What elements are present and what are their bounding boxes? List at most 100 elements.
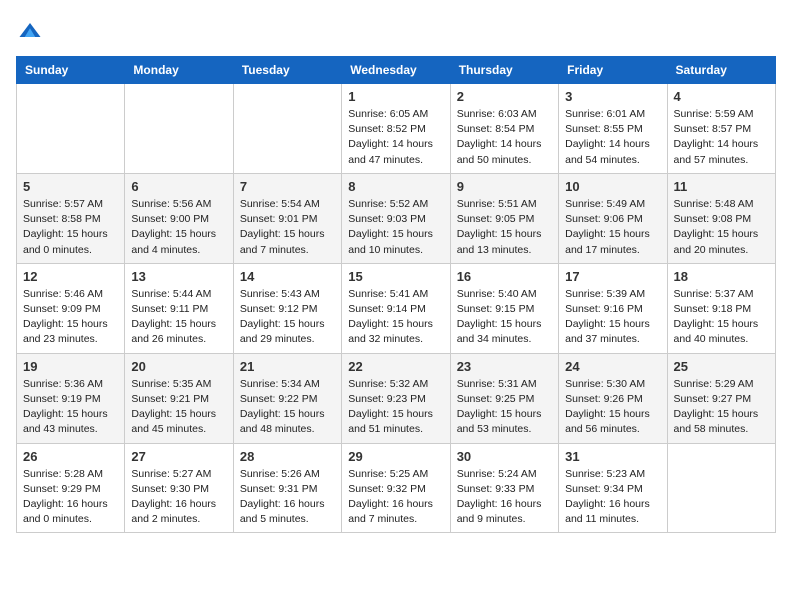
day-info: Sunrise: 5:51 AMSunset: 9:05 PMDaylight:…	[457, 197, 552, 258]
day-number: 15	[348, 269, 443, 284]
day-number: 21	[240, 359, 335, 374]
calendar-cell: 26Sunrise: 5:28 AMSunset: 9:29 PMDayligh…	[17, 443, 125, 533]
calendar-cell: 28 Sunrise: 5:26 AMSunset: 9:31 PMDayligh…	[233, 443, 341, 533]
day-number: 25	[674, 359, 769, 374]
calendar-cell: 29 Sunrise: 5:25 AMSunset: 9:32 PMDayligh…	[342, 443, 450, 533]
weekday-header: Saturday	[667, 57, 775, 84]
calendar-cell: 20Sunrise: 5:35 AMSunset: 9:21 PMDayligh…	[125, 353, 233, 443]
day-number: 16	[457, 269, 552, 284]
calendar-cell	[125, 84, 233, 174]
calendar-cell: 15Sunrise: 5:41 AMSunset: 9:14 PMDayligh…	[342, 263, 450, 353]
day-number: 18	[674, 269, 769, 284]
calendar-cell: 24 Sunrise: 5:30 AMSunset: 9:26 PMDayligh…	[559, 353, 667, 443]
calendar-week-row: 26Sunrise: 5:28 AMSunset: 9:29 PMDayligh…	[17, 443, 776, 533]
day-info: Sunrise: 5:25 AMSunset: 9:32 PMDaylight:…	[348, 467, 443, 528]
day-info: Sunrise: 5:39 AMSunset: 9:16 PMDaylight:…	[565, 287, 660, 348]
calendar-cell: 31 Sunrise: 5:23 AMSunset: 9:34 PMDayligh…	[559, 443, 667, 533]
day-number: 19	[23, 359, 118, 374]
calendar-cell: 16 Sunrise: 5:40 AMSunset: 9:15 PMDayligh…	[450, 263, 558, 353]
day-number: 17	[565, 269, 660, 284]
calendar-week-row: 1 Sunrise: 6:05 AMSunset: 8:52 PMDaylight…	[17, 84, 776, 174]
day-info: Sunrise: 5:46 AMSunset: 9:09 PMDaylight:…	[23, 287, 118, 348]
calendar-header: SundayMondayTuesdayWednesdayThursdayFrid…	[17, 57, 776, 84]
calendar-cell	[667, 443, 775, 533]
calendar-week-row: 5 Sunrise: 5:57 AMSunset: 8:58 PMDaylight…	[17, 173, 776, 263]
calendar-cell: 17 Sunrise: 5:39 AMSunset: 9:16 PMDayligh…	[559, 263, 667, 353]
day-info: Sunrise: 5:26 AMSunset: 9:31 PMDaylight:…	[240, 467, 335, 528]
calendar-cell: 13 Sunrise: 5:44 AMSunset: 9:11 PMDayligh…	[125, 263, 233, 353]
day-number: 23	[457, 359, 552, 374]
weekday-header: Thursday	[450, 57, 558, 84]
calendar-cell: 30 Sunrise: 5:24 AMSunset: 9:33 PMDayligh…	[450, 443, 558, 533]
calendar-cell: 27 Sunrise: 5:27 AMSunset: 9:30 PMDayligh…	[125, 443, 233, 533]
day-number: 7	[240, 179, 335, 194]
calendar-cell: 19 Sunrise: 5:36 AMSunset: 9:19 PMDayligh…	[17, 353, 125, 443]
day-info: Sunrise: 5:24 AMSunset: 9:33 PMDaylight:…	[457, 467, 552, 528]
day-number: 5	[23, 179, 118, 194]
weekday-header: Monday	[125, 57, 233, 84]
day-number: 3	[565, 89, 660, 104]
day-info: Sunrise: 5:40 AMSunset: 9:15 PMDaylight:…	[457, 287, 552, 348]
day-info: Sunrise: 5:57 AMSunset: 8:58 PMDaylight:…	[23, 197, 118, 258]
day-number: 29	[348, 449, 443, 464]
day-info: Sunrise: 5:23 AMSunset: 9:34 PMDaylight:…	[565, 467, 660, 528]
calendar-week-row: 12 Sunrise: 5:46 AMSunset: 9:09 PMDayligh…	[17, 263, 776, 353]
day-number: 26	[23, 449, 118, 464]
day-number: 13	[131, 269, 226, 284]
calendar-cell: 18 Sunrise: 5:37 AMSunset: 9:18 PMDayligh…	[667, 263, 775, 353]
day-number: 12	[23, 269, 118, 284]
calendar-cell: 4Sunrise: 5:59 AMSunset: 8:57 PMDaylight…	[667, 84, 775, 174]
calendar-cell: 7 Sunrise: 5:54 AMSunset: 9:01 PMDaylight…	[233, 173, 341, 263]
day-info: Sunrise: 5:43 AMSunset: 9:12 PMDaylight:…	[240, 287, 335, 348]
weekday-header: Wednesday	[342, 57, 450, 84]
day-number: 24	[565, 359, 660, 374]
day-info: Sunrise: 5:27 AMSunset: 9:30 PMDaylight:…	[131, 467, 226, 528]
day-info: Sunrise: 6:05 AMSunset: 8:52 PMDaylight:…	[348, 107, 443, 168]
day-info: Sunrise: 5:48 AMSunset: 9:08 PMDaylight:…	[674, 197, 769, 258]
day-info: Sunrise: 5:31 AMSunset: 9:25 PMDaylight:…	[457, 377, 552, 438]
day-number: 30	[457, 449, 552, 464]
weekday-row: SundayMondayTuesdayWednesdayThursdayFrid…	[17, 57, 776, 84]
calendar-cell: 14 Sunrise: 5:43 AMSunset: 9:12 PMDayligh…	[233, 263, 341, 353]
day-info: Sunrise: 5:54 AMSunset: 9:01 PMDaylight:…	[240, 197, 335, 258]
logo	[16, 16, 48, 44]
calendar-cell: 25 Sunrise: 5:29 AMSunset: 9:27 PMDayligh…	[667, 353, 775, 443]
weekday-header: Tuesday	[233, 57, 341, 84]
day-info: Sunrise: 5:52 AMSunset: 9:03 PMDaylight:…	[348, 197, 443, 258]
page-header	[16, 16, 776, 44]
day-info: Sunrise: 5:30 AMSunset: 9:26 PMDaylight:…	[565, 377, 660, 438]
calendar-week-row: 19 Sunrise: 5:36 AMSunset: 9:19 PMDayligh…	[17, 353, 776, 443]
calendar-cell: 11Sunrise: 5:48 AMSunset: 9:08 PMDayligh…	[667, 173, 775, 263]
day-number: 2	[457, 89, 552, 104]
day-info: Sunrise: 5:36 AMSunset: 9:19 PMDaylight:…	[23, 377, 118, 438]
day-number: 8	[348, 179, 443, 194]
calendar-cell: 9Sunrise: 5:51 AMSunset: 9:05 PMDaylight…	[450, 173, 558, 263]
calendar-cell: 8 Sunrise: 5:52 AMSunset: 9:03 PMDaylight…	[342, 173, 450, 263]
day-info: Sunrise: 5:44 AMSunset: 9:11 PMDaylight:…	[131, 287, 226, 348]
day-info: Sunrise: 6:01 AMSunset: 8:55 PMDaylight:…	[565, 107, 660, 168]
day-info: Sunrise: 5:29 AMSunset: 9:27 PMDaylight:…	[674, 377, 769, 438]
calendar-cell: 23 Sunrise: 5:31 AMSunset: 9:25 PMDayligh…	[450, 353, 558, 443]
calendar-cell: 21Sunrise: 5:34 AMSunset: 9:22 PMDayligh…	[233, 353, 341, 443]
calendar-cell: 2 Sunrise: 6:03 AMSunset: 8:54 PMDaylight…	[450, 84, 558, 174]
calendar-cell: 1 Sunrise: 6:05 AMSunset: 8:52 PMDaylight…	[342, 84, 450, 174]
calendar-table: SundayMondayTuesdayWednesdayThursdayFrid…	[16, 56, 776, 533]
calendar-cell: 5 Sunrise: 5:57 AMSunset: 8:58 PMDaylight…	[17, 173, 125, 263]
day-number: 1	[348, 89, 443, 104]
calendar-body: 1 Sunrise: 6:05 AMSunset: 8:52 PMDaylight…	[17, 84, 776, 533]
day-info: Sunrise: 5:37 AMSunset: 9:18 PMDaylight:…	[674, 287, 769, 348]
day-number: 6	[131, 179, 226, 194]
logo-icon	[16, 16, 44, 44]
calendar-cell: 3 Sunrise: 6:01 AMSunset: 8:55 PMDaylight…	[559, 84, 667, 174]
day-number: 14	[240, 269, 335, 284]
day-number: 28	[240, 449, 335, 464]
day-number: 4	[674, 89, 769, 104]
day-number: 27	[131, 449, 226, 464]
day-info: Sunrise: 5:56 AMSunset: 9:00 PMDaylight:…	[131, 197, 226, 258]
day-number: 31	[565, 449, 660, 464]
day-number: 22	[348, 359, 443, 374]
day-info: Sunrise: 5:49 AMSunset: 9:06 PMDaylight:…	[565, 197, 660, 258]
calendar-cell: 10Sunrise: 5:49 AMSunset: 9:06 PMDayligh…	[559, 173, 667, 263]
day-info: Sunrise: 6:03 AMSunset: 8:54 PMDaylight:…	[457, 107, 552, 168]
calendar-cell: 6 Sunrise: 5:56 AMSunset: 9:00 PMDaylight…	[125, 173, 233, 263]
